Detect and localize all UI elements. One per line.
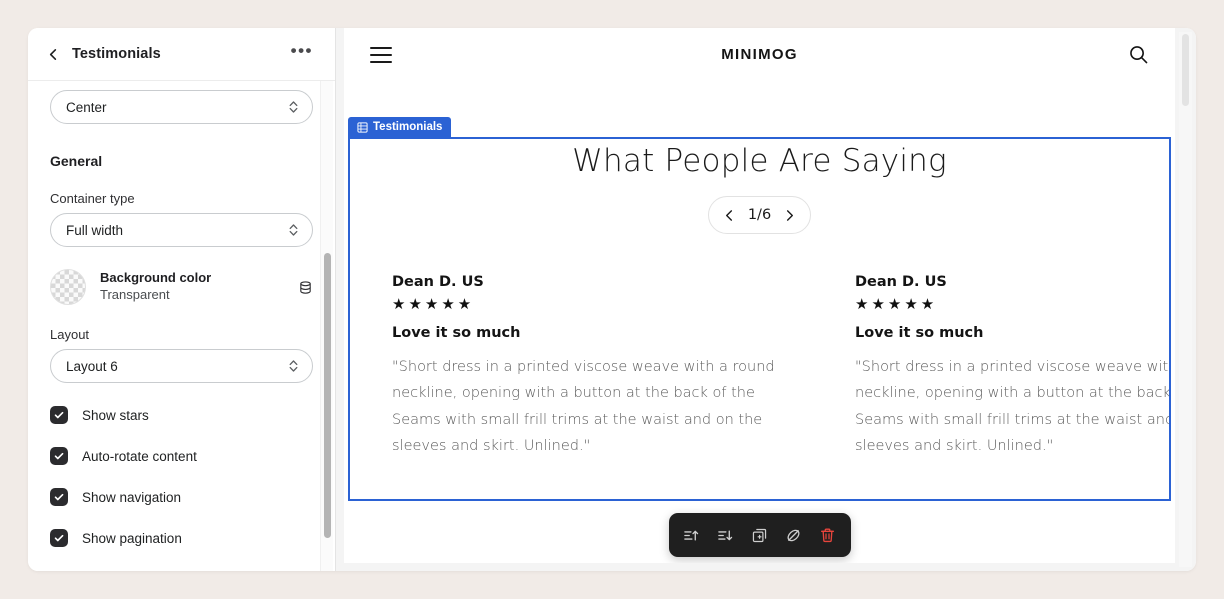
checkbox-auto-rotate-content[interactable] xyxy=(50,447,68,465)
background-color-value: Transparent xyxy=(100,287,170,302)
testimonial-grid: Dean D. US ★★★★★ Love it so much "Short … xyxy=(350,274,1169,460)
checkbox-show-navigation[interactable] xyxy=(50,488,68,506)
store-logo: MINIMOG xyxy=(721,46,798,63)
general-section-heading: General xyxy=(50,153,103,169)
storefront-preview: MINIMOG Testimonials What People Are Say… xyxy=(344,28,1175,563)
move-up-icon[interactable] xyxy=(677,520,707,550)
sidebar-scrollbar-thumb[interactable] xyxy=(324,253,331,538)
testimonial-card: Dean D. US ★★★★★ Love it so much "Short … xyxy=(392,274,797,460)
section-title: What People Are Saying xyxy=(572,143,947,179)
search-icon[interactable] xyxy=(1128,44,1149,65)
layout-select[interactable]: Layout 6 xyxy=(50,349,313,383)
move-down-icon[interactable] xyxy=(711,520,741,550)
checkbox-label: Show stars xyxy=(82,407,149,423)
checkbox-show-pagination[interactable] xyxy=(50,529,68,547)
next-slide-button[interactable] xyxy=(783,209,796,222)
back-button[interactable] xyxy=(42,43,64,65)
layout-group: Layout Layout 6 xyxy=(50,327,313,383)
database-icon[interactable] xyxy=(298,280,313,295)
chevron-updown-icon xyxy=(288,358,299,374)
sidebar-scroll-area: Center General Container type Full width xyxy=(28,81,335,571)
testimonial-body: "Short dress in a printed viscose weave … xyxy=(855,359,1171,455)
sidebar-header: Testimonials ••• xyxy=(28,28,335,81)
checkbox-row-show-pagination[interactable]: Show pagination xyxy=(50,529,313,547)
checkbox-row-show-navigation[interactable]: Show navigation xyxy=(50,488,313,506)
checkbox-show-stars[interactable] xyxy=(50,406,68,424)
delete-icon[interactable] xyxy=(813,520,843,550)
scroll-spacer xyxy=(50,81,313,90)
background-color-texts: Background color Transparent xyxy=(100,270,298,303)
chevron-updown-icon xyxy=(288,99,299,115)
hide-icon[interactable] xyxy=(779,520,809,550)
testimonial-heading: Love it so much xyxy=(392,325,521,341)
carousel-pagination: 1/6 xyxy=(708,196,811,234)
prev-slide-button[interactable] xyxy=(723,209,736,222)
container-type-value: Full width xyxy=(66,222,124,238)
container-type-label: Container type xyxy=(50,191,135,206)
app-window: Testimonials ••• Center General Containe… xyxy=(28,28,1196,571)
preview-scrollbar-thumb[interactable] xyxy=(1182,34,1189,106)
testimonial-author: Dean D. US xyxy=(855,274,947,290)
alignment-select-value: Center xyxy=(66,99,107,115)
section-action-toolbar xyxy=(668,513,851,557)
checkbox-label: Show pagination xyxy=(82,530,182,546)
slide-counter: 1/6 xyxy=(747,207,772,223)
checkbox-row-auto-rotate[interactable]: Auto-rotate content xyxy=(50,447,313,465)
preview-pane: MINIMOG Testimonials What People Are Say… xyxy=(336,28,1196,571)
testimonial-body: "Short dress in a printed viscose weave … xyxy=(392,359,775,455)
container-type-select[interactable]: Full width xyxy=(50,213,313,247)
preview-scrollbar[interactable] xyxy=(1179,32,1192,567)
testimonials-section[interactable]: What People Are Saying 1/6 Dean D. US ★★… xyxy=(348,137,1171,501)
alignment-select[interactable]: Center xyxy=(50,90,313,124)
settings-sidebar: Testimonials ••• Center General Containe… xyxy=(28,28,336,571)
checkbox-row-show-stars[interactable]: Show stars xyxy=(50,406,313,424)
duplicate-icon[interactable] xyxy=(745,520,775,550)
section-badge[interactable]: Testimonials xyxy=(348,117,452,137)
checkbox-label: Auto-rotate content xyxy=(82,448,197,464)
layout-label: Layout xyxy=(50,327,90,342)
background-color-swatch[interactable] xyxy=(50,269,86,305)
background-color-row[interactable]: Background color Transparent xyxy=(50,267,313,307)
star-rating-icon: ★★★★★ xyxy=(392,296,475,313)
sidebar-scrollbar[interactable] xyxy=(320,81,333,571)
hamburger-icon[interactable] xyxy=(370,43,394,67)
checkbox-label: Show navigation xyxy=(82,489,182,505)
layout-select-value: Layout 6 xyxy=(66,358,118,374)
star-rating-icon: ★★★★★ xyxy=(855,296,938,313)
background-color-label: Background color xyxy=(100,270,212,286)
storefront-header: MINIMOG xyxy=(344,28,1175,81)
more-options-button[interactable]: ••• xyxy=(291,42,313,61)
chevron-updown-icon xyxy=(288,222,299,238)
testimonial-author: Dean D. US xyxy=(392,274,484,290)
page-title: Testimonials xyxy=(72,46,161,62)
testimonial-heading: Love it so much xyxy=(855,325,984,341)
container-type-group: Container type Full width xyxy=(50,191,313,247)
testimonial-card: Dean D. US ★★★★★ Love it so much "Short … xyxy=(855,274,1171,460)
section-badge-label: Testimonials xyxy=(373,121,443,133)
